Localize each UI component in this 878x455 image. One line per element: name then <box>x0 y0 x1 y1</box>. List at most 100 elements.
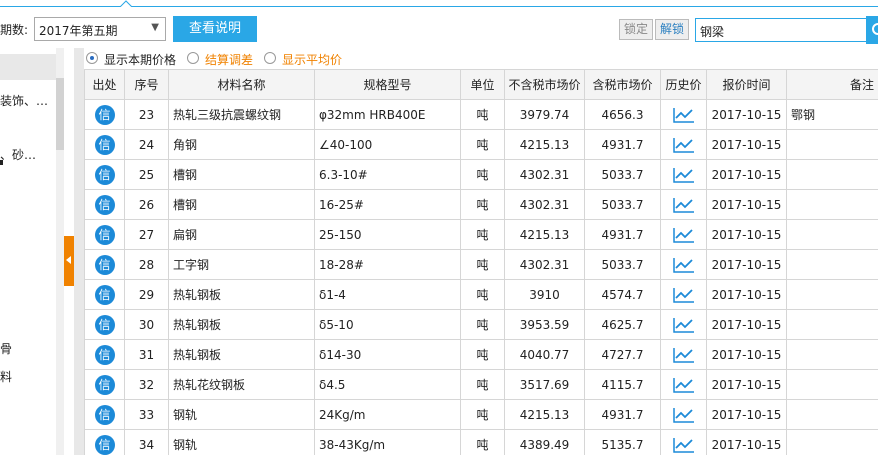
line-chart-icon[interactable] <box>672 197 695 213</box>
cell-index: 29 <box>124 279 169 310</box>
unlock-button[interactable]: 解锁 <box>655 19 689 40</box>
table-row[interactable]: 信 32 热轧花纹钢板 δ4.5 吨 3517.69 4115.7 2017-10-15 <box>84 369 878 400</box>
search-input[interactable]: 钢梁 <box>695 18 867 42</box>
price-table: 出处 序号 材料名称 规格型号 单位 不含税市场价 含税市场价 历史价 报价时间 备注 信 23 热轧… <box>84 69 878 455</box>
radio-label-current-price[interactable]: 显示本期价格 <box>104 51 176 68</box>
column-header-price-incl-tax[interactable]: 含税市场价 <box>584 69 661 100</box>
line-chart-icon[interactable] <box>672 347 695 363</box>
cell-remarks <box>786 129 878 160</box>
table-row[interactable]: 信 29 热轧钢板 δ1-4 吨 3910 4574.7 2017-10-15 <box>84 279 878 310</box>
view-instructions-button[interactable]: 查看说明 <box>173 16 257 42</box>
table-row[interactable]: 信 31 热轧钢板 δ14-30 吨 4040.77 4727.7 2017-10-15 <box>84 339 878 370</box>
column-header-quote-date[interactable]: 报价时间 <box>706 69 787 100</box>
cell-material-name: 槽钢 <box>168 159 315 190</box>
table-row[interactable]: 信 33 钢轨 24Kg/m 吨 4215.13 4931.7 2017-10-15 <box>84 399 878 430</box>
sidebar-scrollbar-thumb[interactable] <box>56 78 64 150</box>
radio-label-average-price[interactable]: 显示平均价 <box>282 51 342 68</box>
cell-price-excl-tax: 4215.13 <box>504 219 585 250</box>
table-row[interactable]: 信 23 热轧三级抗震螺纹钢 φ32mm HRB400E 吨 3979.74 4656.3 2… <box>84 99 878 130</box>
cell-quote-date: 2017-10-15 <box>706 129 787 160</box>
period-label: 期数: <box>0 23 29 37</box>
source-info-icon[interactable]: 信 <box>94 164 115 185</box>
sidebar-item[interactable]: 料 <box>0 368 12 385</box>
source-info-icon[interactable]: 信 <box>94 434 115 455</box>
cell-remarks <box>786 189 878 220</box>
collapse-sidebar-button[interactable] <box>64 236 74 286</box>
line-chart-icon[interactable] <box>672 227 695 243</box>
cell-history-price <box>660 159 707 190</box>
source-info-icon[interactable]: 信 <box>94 104 115 125</box>
sidebar-item[interactable]: 骨 <box>0 340 12 357</box>
cell-source: 信 <box>84 129 125 160</box>
cell-price-excl-tax: 4302.31 <box>504 249 585 280</box>
table-body: 信 23 热轧三级抗震螺纹钢 φ32mm HRB400E 吨 3979.74 4656.3 2… <box>84 99 878 455</box>
line-chart-icon[interactable] <box>672 287 695 303</box>
panel-gutter <box>74 48 84 455</box>
column-header-source[interactable]: 出处 <box>84 69 125 100</box>
sidebar-item[interactable]: 装饰、… <box>0 92 48 109</box>
cell-quote-date: 2017-10-15 <box>706 189 787 220</box>
cell-remarks <box>786 399 878 430</box>
line-chart-icon[interactable] <box>672 137 695 153</box>
cell-history-price <box>660 249 707 280</box>
cell-index: 25 <box>124 159 169 190</box>
cell-quote-date: 2017-10-15 <box>706 279 787 310</box>
radio-current-price[interactable] <box>86 52 98 64</box>
cell-source: 信 <box>84 309 125 340</box>
source-info-icon[interactable]: 信 <box>94 404 115 425</box>
table-row[interactable]: 信 34 钢轨 38-43Kg/m 吨 4389.49 5135.7 2017-10-15 <box>84 429 878 455</box>
radio-settlement-adjust[interactable] <box>187 52 199 64</box>
line-chart-icon[interactable] <box>672 407 695 423</box>
column-header-price-excl-tax[interactable]: 不含税市场价 <box>504 69 585 100</box>
column-header-unit[interactable]: 单位 <box>460 69 505 100</box>
radio-label-settlement-adjust[interactable]: 结算调差 <box>205 51 253 68</box>
cell-price-excl-tax: 4215.13 <box>504 129 585 160</box>
line-chart-icon[interactable] <box>672 377 695 393</box>
cell-material-name: 工字钢 <box>168 249 315 280</box>
cell-source: 信 <box>84 219 125 250</box>
source-info-icon[interactable]: 信 <box>94 284 115 305</box>
table-row[interactable]: 信 24 角钢 ∠40-100 吨 4215.13 4931.7 2017-10-15 <box>84 129 878 160</box>
source-info-icon[interactable]: 信 <box>94 254 115 275</box>
cell-price-excl-tax: 4302.31 <box>504 159 585 190</box>
table-row[interactable]: 信 27 扁钢 25-150 吨 4215.13 4931.7 2017-10-15 <box>84 219 878 250</box>
line-chart-icon[interactable] <box>672 257 695 273</box>
tab-notch-icon <box>120 0 132 7</box>
cell-index: 28 <box>124 249 169 280</box>
search-input-value: 钢梁 <box>700 25 725 39</box>
source-info-icon[interactable]: 信 <box>94 134 115 155</box>
column-header-history-price[interactable]: 历史价 <box>660 69 707 100</box>
table-row[interactable]: 信 30 热轧钢板 δ5-10 吨 3953.59 4625.7 2017-10-15 <box>84 309 878 340</box>
search-button[interactable] <box>866 16 878 44</box>
source-info-icon[interactable]: 信 <box>94 344 115 365</box>
cell-remarks <box>786 249 878 280</box>
lock-button[interactable]: 锁定 <box>619 19 653 40</box>
cell-source: 信 <box>84 249 125 280</box>
line-chart-icon[interactable] <box>672 317 695 333</box>
source-info-icon[interactable]: 信 <box>94 194 115 215</box>
cell-unit: 吨 <box>460 279 505 310</box>
source-info-icon[interactable]: 信 <box>94 314 115 335</box>
category-sidebar: 装饰、… 、砂… 骨 料 <box>0 48 56 455</box>
column-header-remarks[interactable]: 备注 <box>786 69 878 100</box>
cell-spec: 18-28# <box>314 249 461 280</box>
column-header-material-name[interactable]: 材料名称 <box>168 69 315 100</box>
radio-average-price[interactable] <box>264 52 276 64</box>
chevron-down-icon: ▼ <box>151 22 159 33</box>
cell-material-name: 钢轨 <box>168 399 315 430</box>
source-info-icon[interactable]: 信 <box>94 224 115 245</box>
source-info-icon[interactable]: 信 <box>94 374 115 395</box>
cell-history-price <box>660 429 707 455</box>
sidebar-item[interactable]: 、砂… <box>0 146 36 163</box>
period-select[interactable]: 2017年第五期 ▼ <box>34 17 166 41</box>
table-row[interactable]: 信 26 槽钢 16-25# 吨 4302.31 5033.7 2017-10-15 <box>84 189 878 220</box>
line-chart-icon[interactable] <box>672 437 695 453</box>
table-row[interactable]: 信 25 槽钢 6.3-10# 吨 4302.31 5033.7 2017-10-15 <box>84 159 878 190</box>
cell-price-incl-tax: 4931.7 <box>584 219 661 250</box>
line-chart-icon[interactable] <box>672 107 695 123</box>
sidebar-scrollbar[interactable] <box>56 48 64 455</box>
column-header-index[interactable]: 序号 <box>124 69 169 100</box>
table-row[interactable]: 信 28 工字钢 18-28# 吨 4302.31 5033.7 2017-10-15 <box>84 249 878 280</box>
line-chart-icon[interactable] <box>672 167 695 183</box>
column-header-spec[interactable]: 规格型号 <box>314 69 461 100</box>
